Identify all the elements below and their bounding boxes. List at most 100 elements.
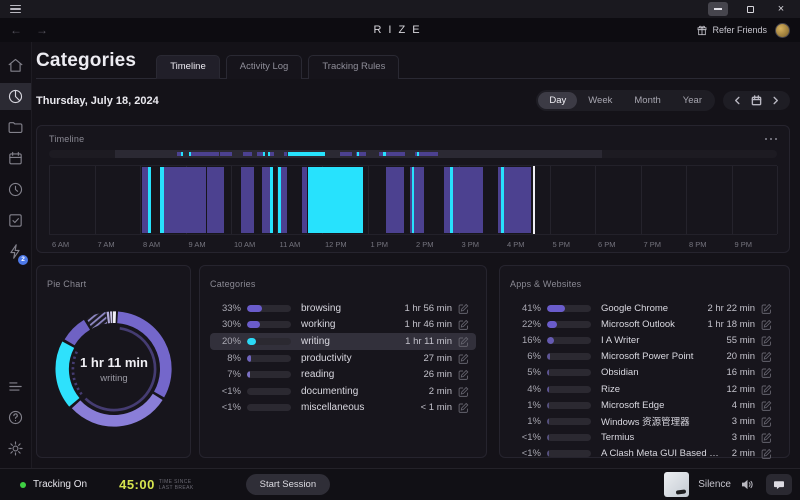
edit-icon[interactable] bbox=[761, 351, 772, 362]
main-content: Categories TimelineActivity LogTracking … bbox=[32, 42, 800, 468]
row-percent: 5% bbox=[515, 367, 541, 378]
sidebar-item-projects[interactable] bbox=[0, 114, 31, 141]
edit-icon[interactable] bbox=[761, 432, 772, 443]
row-percent: <1% bbox=[515, 448, 541, 459]
app-row[interactable]: 22%Microsoft Outlook1 hr 18 min bbox=[510, 316, 779, 332]
category-row[interactable]: 7%reading26 min bbox=[210, 366, 476, 383]
row-usage-bar bbox=[547, 337, 591, 344]
close-button[interactable]: × bbox=[772, 2, 790, 16]
minimize-button[interactable] bbox=[708, 2, 728, 16]
row-duration: 2 min bbox=[732, 448, 755, 459]
app-row[interactable]: 1%Microsoft Edge4 min bbox=[510, 397, 779, 413]
edit-icon[interactable] bbox=[761, 448, 772, 459]
category-row[interactable]: <1%documenting2 min bbox=[210, 383, 476, 400]
edit-icon[interactable] bbox=[761, 335, 772, 346]
check-square-icon bbox=[7, 212, 24, 229]
overview-segment bbox=[191, 152, 219, 156]
back-arrow-icon[interactable]: ← bbox=[10, 24, 22, 36]
edit-icon[interactable] bbox=[458, 336, 469, 347]
app-row[interactable]: 41%Google Chrome2 hr 22 min bbox=[510, 300, 779, 316]
sidebar-item-settings[interactable] bbox=[0, 435, 31, 462]
axis-tick-label: 7 AM bbox=[98, 240, 115, 249]
sidebar-item-help[interactable] bbox=[0, 404, 31, 431]
chevron-left-icon[interactable] bbox=[733, 96, 742, 105]
timeline-segment bbox=[164, 167, 206, 233]
pie-slice-productivity[interactable] bbox=[70, 325, 87, 342]
row-usage-bar bbox=[247, 321, 291, 328]
app-row[interactable]: <1% A Clash Meta GUI Based On Ta... 2 min bbox=[510, 446, 779, 462]
app-row[interactable]: <1%Termius3 min bbox=[510, 430, 779, 446]
edit-icon[interactable] bbox=[761, 384, 772, 395]
overview-segment bbox=[181, 152, 183, 156]
row-label: Rize bbox=[601, 384, 720, 395]
sidebar-item-history[interactable] bbox=[0, 176, 31, 203]
categories-panel: Categories 33%browsing1 hr 56 min30%work… bbox=[199, 265, 487, 458]
app-row[interactable]: 5%Obsidian16 min bbox=[510, 365, 779, 381]
menu-icon[interactable] bbox=[10, 5, 21, 13]
edit-icon[interactable] bbox=[458, 369, 469, 380]
edit-icon[interactable] bbox=[458, 303, 469, 314]
category-row[interactable]: 8%productivity27 min bbox=[210, 350, 476, 367]
overview-segment bbox=[220, 152, 232, 156]
category-row[interactable]: <1%miscellaneous< 1 min bbox=[210, 400, 476, 417]
sidebar-item-quick-actions[interactable]: 2 bbox=[0, 238, 31, 265]
sidebar-item-dashboard[interactable] bbox=[0, 83, 31, 110]
media-thumbnail[interactable] bbox=[664, 472, 689, 497]
pie-donut[interactable] bbox=[47, 302, 181, 436]
category-row[interactable]: 30%working1 hr 46 min bbox=[210, 317, 476, 334]
edit-icon[interactable] bbox=[458, 386, 469, 397]
calendar-picker-icon[interactable] bbox=[751, 95, 762, 106]
refer-friends-button[interactable]: Refer Friends bbox=[697, 25, 767, 36]
overview-segment bbox=[270, 152, 274, 156]
sidebar-item-home[interactable] bbox=[0, 52, 31, 79]
range-option-month[interactable]: Month bbox=[623, 92, 671, 109]
tab-timeline[interactable]: Timeline bbox=[156, 55, 220, 79]
app-row[interactable]: 16%I A Writer55 min bbox=[510, 332, 779, 348]
row-label: A Clash Meta GUI Based On Ta... bbox=[601, 448, 726, 459]
category-row[interactable]: 20%writing1 hr 11 min bbox=[210, 333, 476, 350]
row-percent: 1% bbox=[515, 400, 541, 411]
axis-tick-label: 12 PM bbox=[325, 240, 347, 249]
edit-icon[interactable] bbox=[761, 303, 772, 314]
edit-icon[interactable] bbox=[761, 416, 772, 427]
timeline-chart[interactable] bbox=[49, 165, 777, 235]
edit-icon[interactable] bbox=[458, 402, 469, 413]
app-row[interactable]: 6%Microsoft Power Point20 min bbox=[510, 349, 779, 365]
panel-menu-icon[interactable] bbox=[765, 138, 778, 141]
row-label: Termius bbox=[601, 432, 726, 443]
axis-tick-label: 2 PM bbox=[416, 240, 434, 249]
status-bar: Tracking On 45:00 TIME SINCE LAST BREAK … bbox=[0, 468, 800, 500]
app-row[interactable]: 1%Windows 资源管理器3 min bbox=[510, 413, 779, 429]
timeline-overview[interactable] bbox=[49, 150, 777, 158]
axis-tick-label: 5 PM bbox=[553, 240, 571, 249]
range-option-year[interactable]: Year bbox=[672, 92, 713, 109]
speaker-icon[interactable] bbox=[741, 479, 754, 490]
row-label: productivity bbox=[301, 353, 417, 364]
sidebar-item-list[interactable] bbox=[0, 373, 31, 400]
edit-icon[interactable] bbox=[761, 400, 772, 411]
tab-activity-log[interactable]: Activity Log bbox=[226, 55, 303, 79]
maximize-button[interactable] bbox=[741, 2, 759, 16]
edit-icon[interactable] bbox=[458, 353, 469, 364]
avatar[interactable] bbox=[775, 23, 790, 38]
chevron-right-icon[interactable] bbox=[771, 96, 780, 105]
range-option-day[interactable]: Day bbox=[538, 92, 577, 109]
category-row[interactable]: 33%browsing1 hr 56 min bbox=[210, 300, 476, 317]
sidebar-item-tasks[interactable] bbox=[0, 207, 31, 234]
hour-gridline bbox=[595, 166, 596, 234]
app-row[interactable]: 4%Rize12 min bbox=[510, 381, 779, 397]
edit-icon[interactable] bbox=[761, 367, 772, 378]
tab-tracking-rules[interactable]: Tracking Rules bbox=[308, 55, 399, 79]
tracking-status-dot bbox=[20, 482, 26, 488]
edit-icon[interactable] bbox=[458, 319, 469, 330]
row-label: Windows 资源管理器 bbox=[601, 414, 726, 428]
chat-button[interactable] bbox=[766, 474, 792, 495]
forward-arrow-icon[interactable]: → bbox=[36, 24, 48, 36]
range-option-week[interactable]: Week bbox=[577, 92, 623, 109]
axis-tick-label: 4 PM bbox=[507, 240, 525, 249]
start-session-button[interactable]: Start Session bbox=[246, 474, 331, 495]
edit-icon[interactable] bbox=[761, 319, 772, 330]
row-duration: 1 hr 11 min bbox=[405, 336, 452, 347]
pie-slice-reading[interactable] bbox=[89, 318, 106, 324]
sidebar-item-calendar[interactable] bbox=[0, 145, 31, 172]
